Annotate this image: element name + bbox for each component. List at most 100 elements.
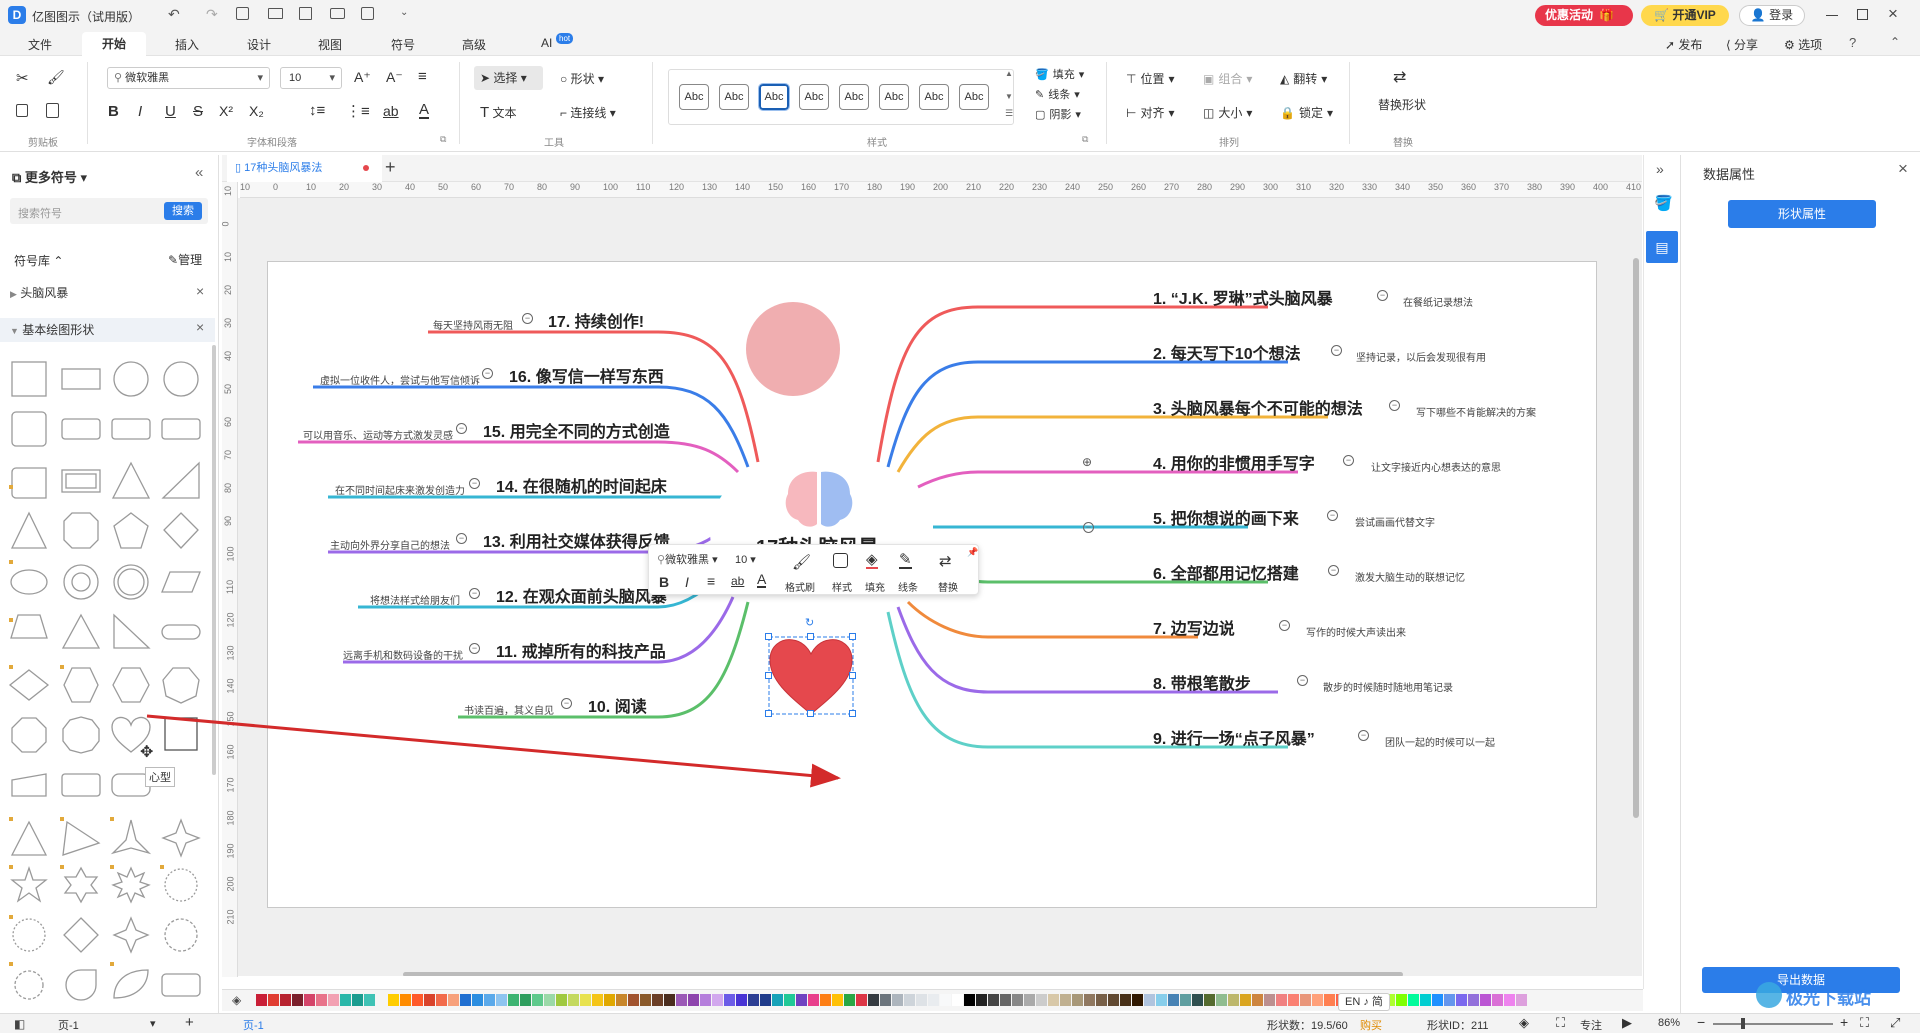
rotate-handle-icon[interactable]: ↻	[805, 616, 814, 629]
close-library-icon[interactable]: ×	[196, 283, 204, 299]
zoom-slider[interactable]	[1713, 1023, 1833, 1025]
resize-handle[interactable]	[765, 710, 772, 717]
branch-note[interactable]: 激发大脑生动的联想记忆	[1355, 569, 1465, 584]
collapse-icon[interactable]: −	[1343, 455, 1354, 466]
color-swatch[interactable]	[1192, 994, 1203, 1006]
branch-note[interactable]: 书读百遍，其义自见	[464, 702, 554, 717]
expand-panel-icon[interactable]: »	[1656, 161, 1664, 177]
float-format-painter-icon[interactable]: 🖌	[792, 553, 811, 571]
color-swatch[interactable]	[976, 994, 987, 1006]
export-icon[interactable]	[361, 7, 374, 20]
resize-handle[interactable]	[849, 710, 856, 717]
color-swatch[interactable]	[928, 994, 939, 1006]
branch-note[interactable]: 散步的时候随时随地用笔记录	[1323, 679, 1453, 694]
color-swatch[interactable]	[772, 994, 783, 1006]
data-properties-tab-icon[interactable]: ▤	[1646, 231, 1678, 263]
close-library-icon[interactable]: ×	[196, 319, 204, 335]
shape-button[interactable]: ○ 形状 ▾	[560, 70, 604, 87]
color-swatch[interactable]	[1420, 994, 1431, 1006]
superscript-icon[interactable]: X²	[219, 103, 233, 119]
collapse-panel-icon[interactable]: «	[195, 164, 203, 181]
color-swatch[interactable]	[760, 994, 771, 1006]
color-swatch[interactable]	[964, 994, 975, 1006]
branch-note[interactable]: 在餐纸记录想法	[1403, 294, 1473, 309]
shape-properties-button[interactable]: 形状属性	[1728, 200, 1876, 228]
color-swatch[interactable]	[616, 994, 627, 1006]
float-replace-icon[interactable]: ⇄	[939, 552, 952, 570]
cut-icon[interactable]: ✂	[16, 69, 29, 87]
color-swatch[interactable]	[1432, 994, 1443, 1006]
color-swatch[interactable]	[1408, 994, 1419, 1006]
color-swatch[interactable]	[796, 994, 807, 1006]
branch-label[interactable]: 3. 头脑风暴每个不可能的想法	[1153, 395, 1363, 419]
login-button[interactable]: 👤 登录	[1739, 5, 1805, 26]
color-swatches[interactable]	[256, 994, 1646, 1006]
flip-button[interactable]: ◭ 翻转 ▾	[1280, 70, 1327, 87]
branch-label[interactable]: 11. 戒掉所有的科技产品	[496, 638, 666, 662]
symbol-library-toggle[interactable]: 符号库 ⌃	[14, 252, 63, 269]
color-swatch[interactable]	[544, 994, 555, 1006]
color-swatch[interactable]	[748, 994, 759, 1006]
color-swatch[interactable]	[592, 994, 603, 1006]
float-fill-label[interactable]: 填充	[865, 579, 885, 594]
color-swatch[interactable]	[904, 994, 915, 1006]
tab-advanced[interactable]: 高级	[462, 36, 486, 53]
color-swatch[interactable]	[1480, 994, 1491, 1006]
color-swatch[interactable]	[556, 994, 567, 1006]
float-format-painter-label[interactable]: 格式刷	[785, 579, 815, 594]
copy-icon[interactable]	[16, 104, 28, 117]
size-button[interactable]: ◫ 大小 ▾	[1203, 104, 1252, 121]
color-swatch[interactable]	[712, 994, 723, 1006]
italic-icon[interactable]: I	[138, 103, 142, 120]
library-brainstorm[interactable]: ▶ 头脑风暴	[0, 282, 215, 304]
resize-handle[interactable]	[849, 633, 856, 640]
collapse-icon[interactable]: −	[1297, 675, 1308, 686]
style-swatch[interactable]: Abc	[839, 84, 869, 110]
document-tab[interactable]: ▯ 17种头脑风暴法	[227, 155, 382, 182]
buy-link[interactable]: 购买	[1360, 1017, 1382, 1033]
collapse-icon[interactable]: −	[1389, 400, 1400, 411]
branch-note[interactable]: 写下哪些不肯能解决的方案	[1416, 404, 1536, 419]
color-swatch[interactable]	[388, 994, 399, 1006]
color-swatch[interactable]	[304, 994, 315, 1006]
resize-handle[interactable]	[765, 672, 772, 679]
branch-label[interactable]: 17. 持续创作!	[548, 308, 644, 332]
color-swatch[interactable]	[604, 994, 615, 1006]
color-swatch[interactable]	[1240, 994, 1251, 1006]
paint-bucket-icon[interactable]: 🪣	[1654, 194, 1673, 212]
collapse-icon[interactable]: −	[1358, 730, 1369, 741]
collapse-icon[interactable]: −	[456, 533, 467, 544]
color-swatch[interactable]	[1180, 994, 1191, 1006]
color-swatch[interactable]	[1156, 994, 1167, 1006]
float-font-color-icon[interactable]: A	[757, 572, 767, 588]
color-swatch[interactable]	[1060, 994, 1071, 1006]
close-window-icon[interactable]: ×	[1888, 4, 1898, 24]
color-swatch[interactable]	[892, 994, 903, 1006]
vip-button[interactable]: 🛒 开通VIP	[1641, 5, 1729, 26]
branch-note[interactable]: 坚持记录，以后会发现很有用	[1356, 349, 1486, 364]
branch-label[interactable]: 13. 利用社交媒体获得反馈	[483, 528, 670, 552]
branch-note[interactable]: 将想法样式给朋友们	[370, 592, 460, 607]
page-tab[interactable]: 页-1	[243, 1017, 264, 1033]
line-button[interactable]: ✎ 线条 ▾	[1035, 86, 1080, 102]
page-select[interactable]: 页-1 ▾	[58, 1017, 158, 1033]
color-swatch[interactable]	[640, 994, 651, 1006]
font-dialog-icon[interactable]: ⧉	[440, 134, 446, 145]
fit-icon[interactable]: ⛶	[1556, 1015, 1565, 1031]
color-swatch[interactable]	[724, 994, 735, 1006]
color-swatch[interactable]	[1036, 994, 1047, 1006]
collapse-icon[interactable]: −	[1279, 620, 1290, 631]
branch-label[interactable]: 8. 带根笔散步	[1153, 670, 1251, 694]
branch-label[interactable]: 14. 在很随机的时间起床	[496, 473, 667, 497]
color-swatch[interactable]	[424, 994, 435, 1006]
position-button[interactable]: ⊤ 位置 ▾	[1126, 70, 1175, 87]
promo-button[interactable]: 优惠活动 🎁	[1535, 5, 1633, 26]
resize-handle[interactable]	[807, 633, 814, 640]
tab-insert[interactable]: 插入	[175, 36, 199, 53]
font-color-icon[interactable]: A	[419, 102, 430, 119]
style-swatch[interactable]: Abc	[679, 84, 709, 110]
branch-label[interactable]: 10. 阅读	[588, 693, 647, 717]
align-icon[interactable]: ≡	[418, 68, 427, 85]
float-style-icon[interactable]	[833, 553, 848, 568]
color-swatch[interactable]	[376, 994, 387, 1006]
